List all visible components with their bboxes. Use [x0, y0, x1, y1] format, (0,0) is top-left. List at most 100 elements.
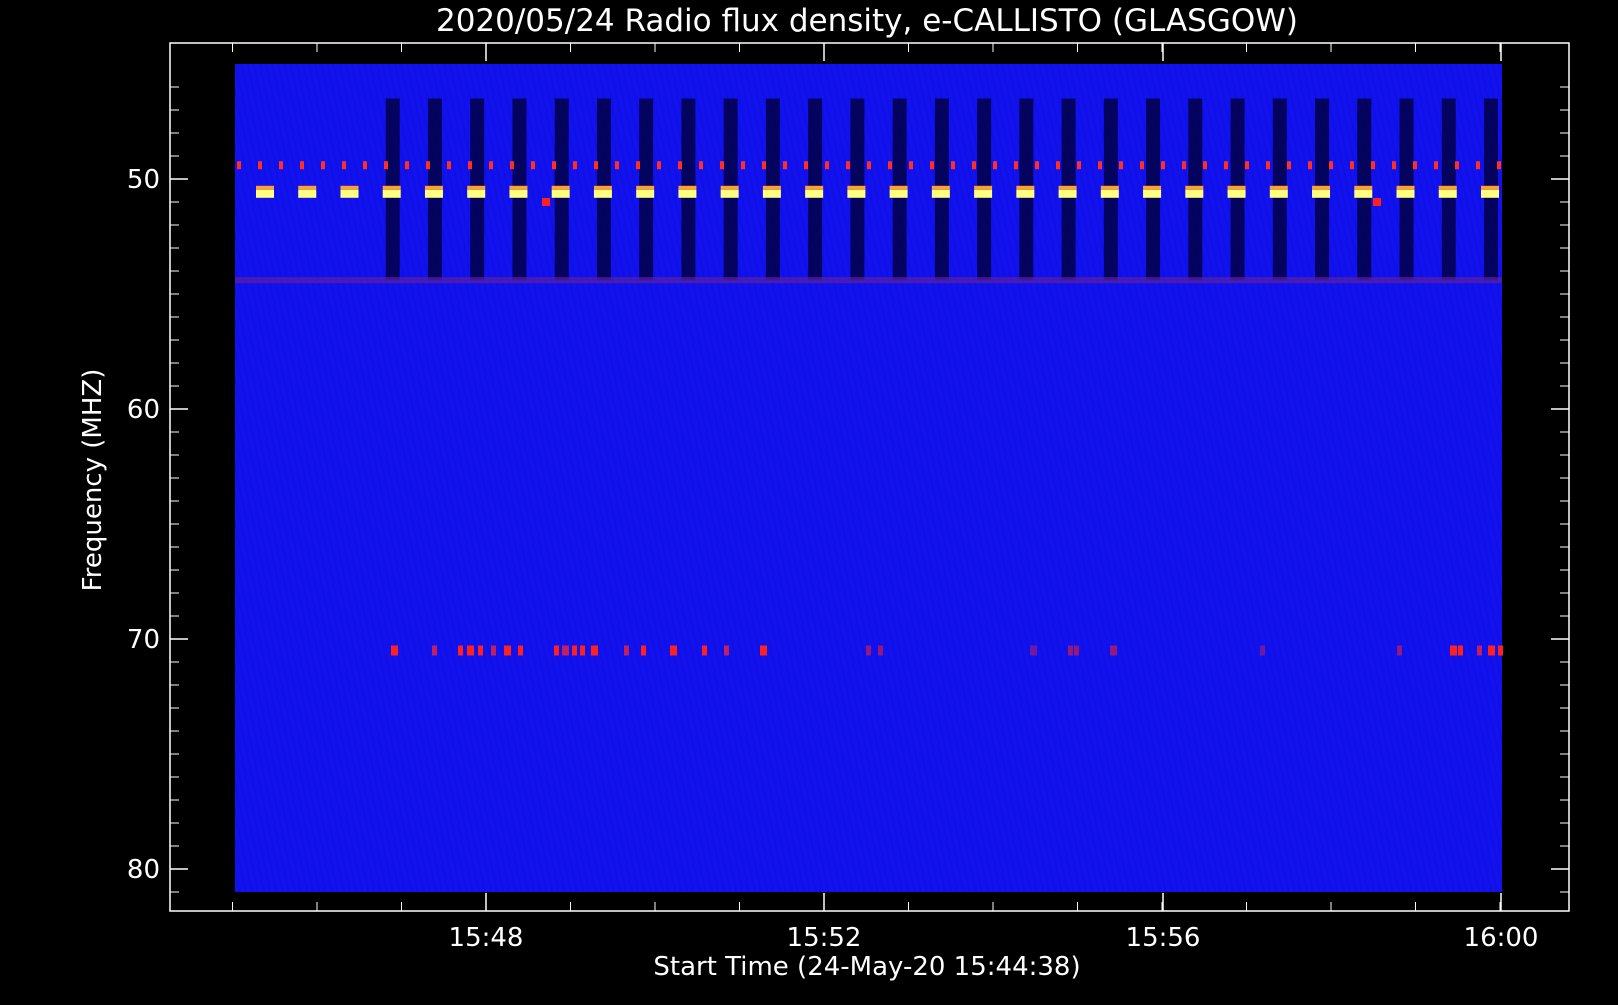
interference-mark [1397, 645, 1402, 656]
y-tick-label: 60 [127, 395, 160, 425]
interference-dot [363, 161, 367, 170]
interference-dot [468, 161, 472, 170]
pulse-block [1058, 189, 1077, 198]
interference-dot [300, 161, 304, 170]
interference-dot [1476, 161, 1480, 170]
y-tick-label: 80 [127, 855, 160, 885]
pulse-block [974, 189, 993, 198]
interference-dot [321, 161, 325, 170]
interference-dot [888, 161, 892, 170]
interference-mark [760, 645, 767, 656]
interference-dot [1392, 161, 1396, 170]
y-tick-label: 70 [127, 625, 160, 655]
spectrogram-chart: 50 60 70 80 15:48 15:52 15:56 16:00 2020/05/24 … [0, 0, 1618, 1000]
pulse-block [805, 189, 824, 198]
pulse-block-edge [1016, 185, 1035, 190]
interference-dot [615, 161, 619, 170]
pulse-block [1312, 189, 1331, 198]
pulse-block [931, 189, 950, 198]
interference-mark [591, 645, 598, 656]
interference-dot [741, 161, 745, 170]
interference-mark [702, 645, 707, 656]
interference-mark [1260, 645, 1265, 656]
interference-dot [1329, 161, 1333, 170]
x-axis-label: Start Time (24-May-20 15:44:38) [653, 952, 1080, 982]
pulse-block [1227, 189, 1246, 198]
interference-mark [1030, 645, 1037, 656]
pulse-block [762, 189, 781, 198]
interference-dot [783, 161, 787, 170]
interference-dot [531, 161, 535, 170]
interference-mark [724, 645, 729, 656]
interference-mark [624, 645, 629, 656]
interference-dot [909, 161, 913, 170]
interference-dot [489, 161, 493, 170]
pulse-block-edge [1354, 185, 1373, 190]
interference-mark [391, 645, 398, 656]
interference-dot [846, 161, 850, 170]
pulse-block-edge [1100, 185, 1119, 190]
interference-mark [478, 645, 483, 656]
pulse-block [1185, 189, 1204, 198]
interference-dot [1119, 161, 1123, 170]
interference-mark [458, 645, 463, 656]
stray-red-point [542, 198, 550, 206]
interference-mark [866, 645, 871, 656]
interference-mark [1068, 645, 1073, 656]
pulse-block [593, 189, 612, 198]
pulse-block-edge [889, 185, 908, 190]
pulse-block-edge [509, 185, 528, 190]
pulse-block-edge [551, 185, 570, 190]
x-tick-label: 15:52 [787, 923, 862, 953]
interference-dot [1455, 161, 1459, 170]
pulse-block-edge [1143, 185, 1162, 190]
interference-dot [762, 161, 766, 170]
interference-mark [562, 645, 569, 656]
interference-dot [867, 161, 871, 170]
spectrogram-plot [235, 64, 1503, 892]
pulse-block [256, 189, 274, 198]
interference-mark [580, 645, 585, 656]
interference-dot [951, 161, 955, 170]
interference-dot [1350, 161, 1354, 170]
stray-red-point [1373, 198, 1381, 206]
pulse-block-edge [1058, 185, 1077, 190]
interference-mark [1110, 645, 1117, 656]
pulse-block [1481, 189, 1499, 198]
interference-mark [1450, 645, 1457, 656]
interference-dot [1308, 161, 1312, 170]
interference-dot [258, 161, 262, 170]
y-tick-label: 50 [127, 165, 160, 195]
interference-dot [1434, 161, 1438, 170]
interference-mark [1477, 645, 1482, 656]
interference-dot [384, 161, 388, 170]
interference-dot [657, 161, 661, 170]
interference-dot [993, 161, 997, 170]
pulse-block-edge [720, 185, 739, 190]
pulse-block-edge [340, 185, 359, 190]
interference-dot [552, 161, 556, 170]
interference-dot [825, 161, 829, 170]
pulse-block-edge [805, 185, 824, 190]
x-tick-label: 15:56 [1126, 923, 1201, 953]
pulse-block [382, 189, 401, 198]
interference-mark [641, 645, 646, 656]
interference-mark [1488, 645, 1495, 656]
interference-dot [1098, 161, 1102, 170]
interference-mark [572, 645, 577, 656]
pulse-block-edge [298, 185, 317, 190]
pulse-block [678, 189, 697, 198]
pulse-block-edge [256, 185, 274, 190]
interference-mark [1458, 645, 1463, 656]
interference-dot [426, 161, 430, 170]
interference-dot [1140, 161, 1144, 170]
pulse-block [847, 189, 866, 198]
interference-dot [1266, 161, 1270, 170]
pulse-block [1016, 189, 1035, 198]
pulse-block-edge [1481, 185, 1499, 190]
interference-dot [1245, 161, 1249, 170]
interference-dot [1161, 161, 1165, 170]
pulse-block-edge [1227, 185, 1246, 190]
interference-dot [342, 161, 346, 170]
interference-mark [878, 645, 883, 656]
